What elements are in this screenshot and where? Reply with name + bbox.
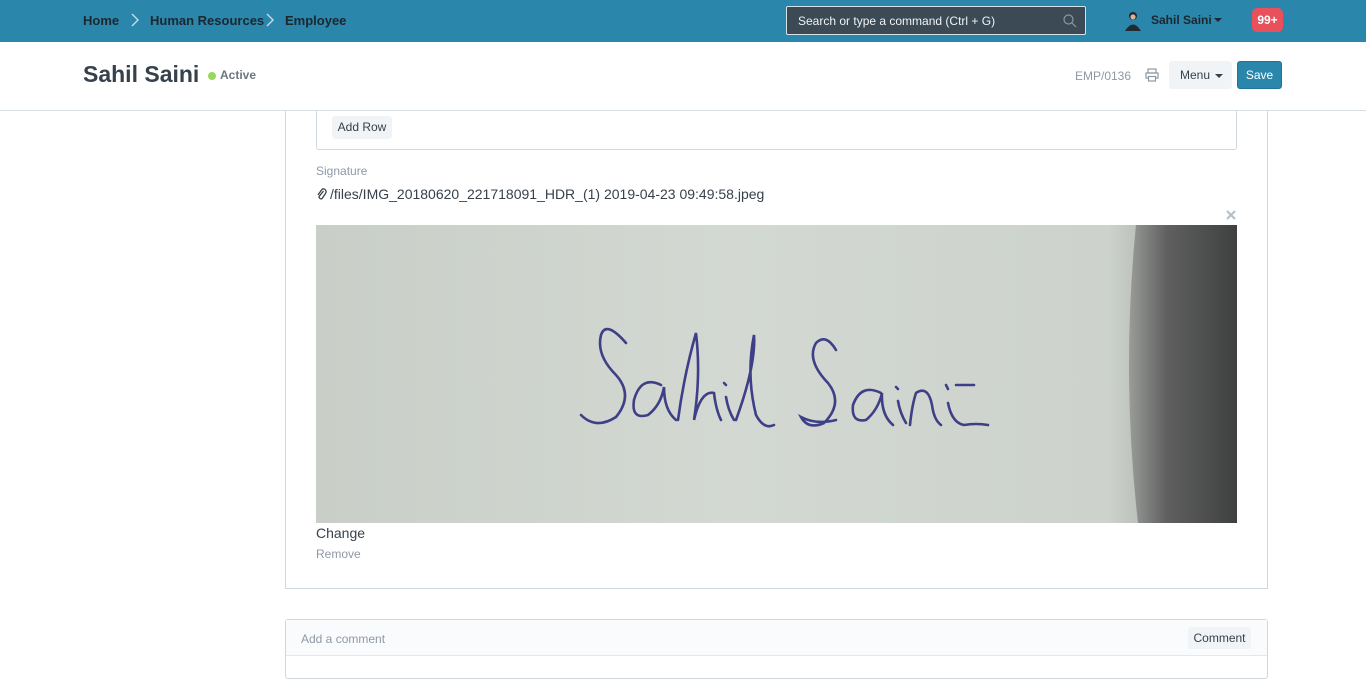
caret-down-icon [1215, 74, 1223, 78]
page-title: Sahil Saini [83, 61, 200, 87]
caret-down-icon[interactable] [1214, 18, 1222, 22]
add-row-button[interactable]: Add Row [332, 116, 392, 139]
comment-input[interactable]: Add a comment [286, 620, 1267, 656]
signature-image [316, 225, 1237, 523]
status-indicator-dot [208, 72, 216, 80]
close-icon[interactable] [1225, 209, 1237, 221]
comment-box: Add a comment [285, 619, 1268, 679]
notifications-badge[interactable]: 99+ [1252, 8, 1283, 32]
paperclip-icon [317, 188, 327, 200]
chevron-right-icon [266, 13, 274, 27]
menu-button-label: Menu [1180, 68, 1211, 82]
search-icon [1063, 14, 1077, 28]
breadcrumb-home[interactable]: Home [83, 13, 119, 28]
status-badge: Active [220, 68, 257, 82]
breadcrumb-employee[interactable]: Employee [285, 13, 346, 28]
search-input[interactable]: Search or type a command (Ctrl + G) [786, 6, 1086, 35]
user-menu-name[interactable]: Sahil Saini [1151, 13, 1212, 27]
document-id: EMP/0136 [1075, 69, 1132, 83]
chevron-right-icon [131, 13, 139, 27]
top-navbar: Home Human Resources Employee Search or … [0, 0, 1366, 42]
page-head: Sahil Saini Active EMP/0136 Menu Save [0, 42, 1366, 111]
remove-signature-link[interactable]: Remove [316, 547, 361, 561]
avatar[interactable] [1122, 9, 1144, 31]
menu-button[interactable]: Menu [1169, 61, 1232, 89]
signature-file-link[interactable]: /files/IMG_20180620_221718091_HDR_(1) 20… [330, 186, 764, 202]
breadcrumb-human-resources[interactable]: Human Resources [150, 13, 264, 28]
search-placeholder: Search or type a command (Ctrl + G) [798, 14, 996, 28]
comment-placeholder: Add a comment [301, 632, 386, 646]
signature-field-label: Signature [316, 164, 368, 178]
save-button[interactable]: Save [1237, 61, 1282, 89]
change-signature-link[interactable]: Change [316, 525, 365, 541]
print-icon[interactable] [1145, 68, 1159, 82]
child-table [316, 111, 1237, 150]
comment-button[interactable]: Comment [1188, 627, 1251, 649]
